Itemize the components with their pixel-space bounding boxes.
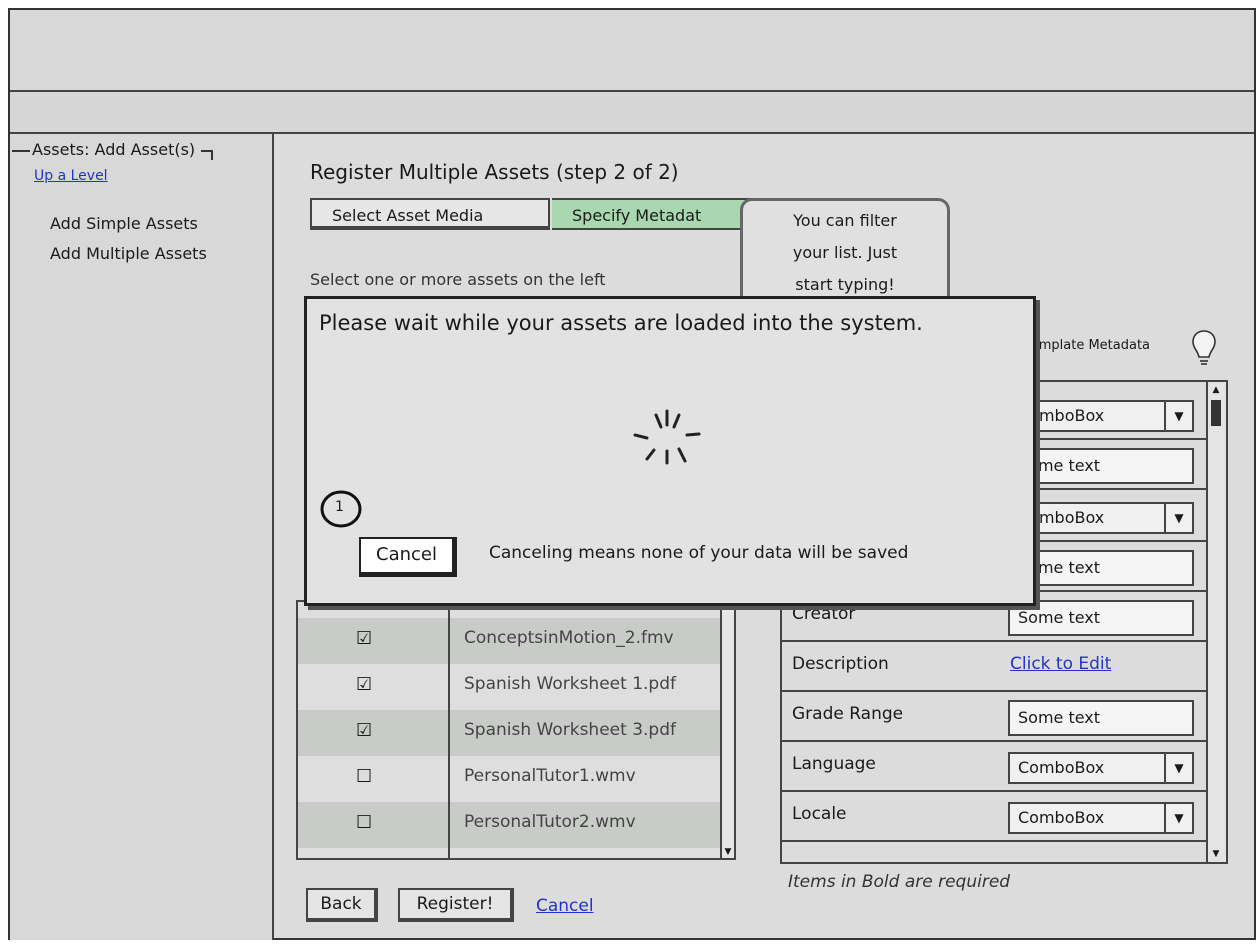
tab-specify-metadata[interactable]: Specify Metadat <box>552 198 752 230</box>
filter-tip-callout: You can filter your list. Just start typ… <box>740 198 950 308</box>
asset-file-list: ☑ ConceptsinMotion_2.fmv ☑ Spanish Workshee… <box>296 600 736 860</box>
loading-spinner-icon <box>633 409 701 465</box>
metadata-label: Language <box>792 754 876 774</box>
metadata-label: Locale <box>792 804 847 824</box>
cancel-link[interactable]: Cancel <box>536 896 594 916</box>
template-metadata-label: Template Metadata <box>1025 338 1151 353</box>
tip-line: You can filter <box>793 211 897 230</box>
lightbulb-icon[interactable] <box>1190 328 1218 368</box>
table-row[interactable]: ☐ PersonalTutor1.wmv <box>298 756 720 802</box>
column-divider <box>448 602 450 858</box>
metadata-label: Creator <box>792 604 856 624</box>
metadata-row: Language ComboBox ▼ <box>782 742 1206 792</box>
scroll-up-icon[interactable]: ▲ <box>1210 384 1222 396</box>
metadata-label: Description <box>792 654 889 674</box>
file-name: ConceptsinMotion_2.fmv <box>464 628 674 648</box>
file-name: PersonalTutor1.wmv <box>464 766 636 786</box>
click-to-edit-link[interactable]: Click to Edit <box>1010 654 1111 674</box>
checked-checkbox[interactable]: ☑ <box>356 722 372 740</box>
sidebar-item-add-multiple-assets[interactable]: Add Multiple Assets <box>50 244 207 263</box>
metadata-combobox[interactable]: ComboBox ▼ <box>1008 802 1194 834</box>
metadata-row: Locale ComboBox ▼ <box>782 792 1206 842</box>
metadata-scrollbar[interactable]: ▲ ▼ <box>1206 382 1226 862</box>
metadata-label: Grade Range <box>792 704 904 724</box>
tip-line: your list. Just <box>792 243 898 262</box>
combobox-value: ComboBox <box>1018 758 1105 777</box>
file-name: Spanish Worksheet 3.pdf <box>464 720 676 740</box>
file-list-scrollbar[interactable]: ▼ <box>720 602 734 858</box>
cancel-warning-text: Canceling means none of your data will b… <box>489 543 909 563</box>
header-bar <box>10 10 1254 90</box>
sidebar: Assets: Add Asset(s) Up a Level Add Simp… <box>10 134 274 940</box>
checked-checkbox[interactable]: ☑ <box>356 630 372 648</box>
annotation-marker-icon <box>320 490 362 528</box>
table-row[interactable]: ☐ PersonalTutor2.wmv <box>298 802 720 848</box>
combobox-value: ComboBox <box>1018 808 1105 827</box>
instruction-text: Select one or more assets on the left <box>310 270 606 289</box>
scroll-down-icon[interactable]: ▼ <box>722 846 734 858</box>
dialog-cancel-button[interactable]: Cancel <box>359 537 457 577</box>
unchecked-checkbox[interactable]: ☐ <box>356 768 372 786</box>
table-row[interactable]: ☑ Spanish Worksheet 1.pdf <box>298 664 720 710</box>
checked-checkbox[interactable]: ☑ <box>356 676 372 694</box>
chevron-down-icon[interactable]: ▼ <box>1164 504 1192 532</box>
table-row[interactable]: ☑ ConceptsinMotion_2.fmv <box>298 618 720 664</box>
metadata-text-field[interactable]: Some text <box>1008 700 1194 736</box>
unchecked-checkbox[interactable]: ☐ <box>356 814 372 832</box>
sidebar-title-text: Assets: Add Asset(s) <box>32 140 196 159</box>
scroll-thumb[interactable] <box>1211 400 1221 426</box>
chevron-down-icon[interactable]: ▼ <box>1164 402 1192 430</box>
chevron-down-icon[interactable]: ▼ <box>1164 804 1192 832</box>
register-button[interactable]: Register! <box>398 888 514 922</box>
sidebar-item-add-simple-assets[interactable]: Add Simple Assets <box>50 214 198 233</box>
tab-select-asset-media[interactable]: Select Asset Media <box>310 198 550 230</box>
loading-dialog: Please wait while your assets are loaded… <box>304 296 1036 606</box>
scroll-down-icon[interactable]: ▼ <box>1210 848 1222 860</box>
table-row[interactable]: ☑ Spanish Worksheet 3.pdf <box>298 710 720 756</box>
metadata-row: Grade Range Some text <box>782 692 1206 742</box>
up-a-level-link[interactable]: Up a Level <box>34 168 108 184</box>
file-name: PersonalTutor2.wmv <box>464 812 636 832</box>
file-name: Spanish Worksheet 1.pdf <box>464 674 676 694</box>
required-fields-note: Items in Bold are required <box>788 872 1011 892</box>
chevron-down-icon[interactable]: ▼ <box>1164 754 1192 782</box>
metadata-combobox[interactable]: ComboBox ▼ <box>1008 752 1194 784</box>
page-title: Register Multiple Assets (step 2 of 2) <box>310 160 679 184</box>
sidebar-title: Assets: Add Asset(s) <box>11 140 214 160</box>
metadata-row: Description Click to Edit <box>782 642 1206 692</box>
loading-message: Please wait while your assets are loaded… <box>319 311 923 335</box>
toolbar-bar <box>10 92 1254 132</box>
back-button[interactable]: Back <box>306 888 378 922</box>
